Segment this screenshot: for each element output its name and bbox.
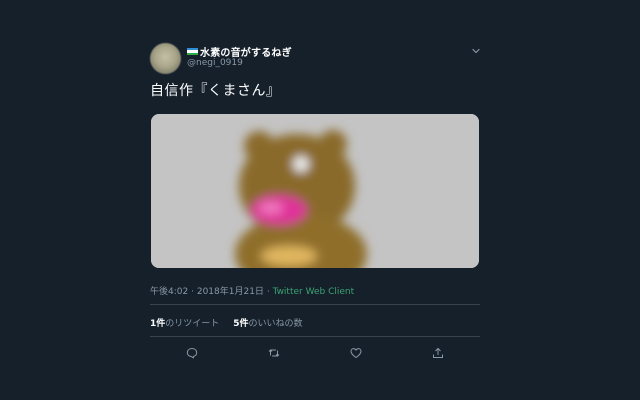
- avatar[interactable]: [150, 43, 181, 74]
- tweet-media-image[interactable]: [151, 114, 479, 268]
- tweet-meta: 午後4:02 · 2018年1月21日 · Twitter Web Client: [150, 284, 354, 297]
- user-name-row: 水素の音がするねぎ: [187, 44, 292, 59]
- tweet-time[interactable]: 午後4:02: [150, 287, 188, 297]
- flag-icon: [187, 47, 198, 56]
- divider: [150, 336, 480, 337]
- tweet-client-link[interactable]: Twitter Web Client: [273, 287, 355, 297]
- retweets-count: 1件: [150, 319, 166, 329]
- tweet-text: 自信作『くまさん』: [150, 83, 281, 99]
- likes-stat[interactable]: 5件のいいねの数: [233, 316, 302, 329]
- likes-count: 5件: [233, 319, 249, 329]
- retweets-label: のリツイート: [165, 319, 220, 329]
- retweet-icon[interactable]: [267, 346, 281, 360]
- meta-separator: ·: [266, 287, 270, 297]
- like-icon[interactable]: [349, 346, 363, 360]
- likes-label: のいいねの数: [248, 319, 303, 329]
- tweet-actions: [150, 346, 480, 360]
- tweet-date[interactable]: 2018年1月21日: [197, 287, 264, 297]
- user-handle[interactable]: @negi_0919: [187, 58, 243, 68]
- tweet-stats: 1件のリツイート 5件のいいねの数: [150, 316, 303, 329]
- meta-separator: ·: [191, 287, 194, 297]
- chevron-down-icon[interactable]: [470, 42, 482, 54]
- display-name[interactable]: 水素の音がするねぎ: [200, 44, 292, 59]
- divider: [150, 304, 480, 305]
- retweets-stat[interactable]: 1件のリツイート: [150, 316, 219, 329]
- share-icon[interactable]: [431, 346, 445, 360]
- reply-icon[interactable]: [185, 346, 199, 360]
